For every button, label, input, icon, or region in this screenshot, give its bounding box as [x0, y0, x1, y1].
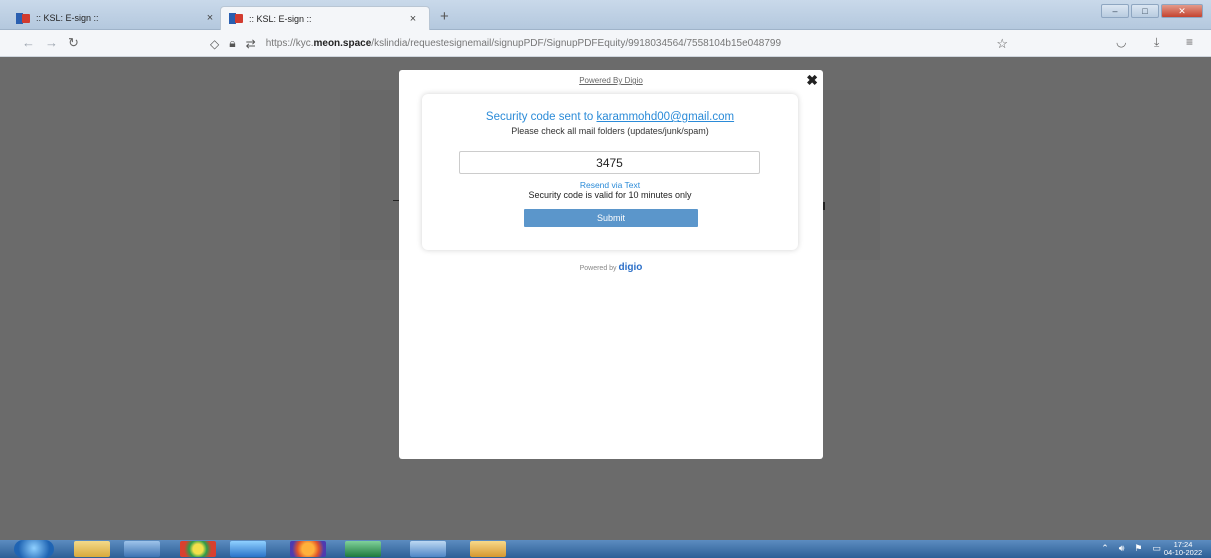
excel-icon[interactable]	[345, 541, 381, 557]
ksl-favicon-icon	[16, 12, 30, 24]
security-code-card: Security code sent to karammohd00@gmail.…	[422, 94, 798, 250]
url-text[interactable]: https://kyc.meon.space/kslindia/requeste…	[266, 38, 991, 49]
tab-label: :: KSL: E-sign ::	[36, 13, 99, 23]
menu-icon[interactable]: ≡	[1186, 35, 1193, 49]
download-icon[interactable]: ⤓	[1154, 35, 1159, 50]
back-icon[interactable]: ←	[22, 35, 35, 50]
tab-esign-2[interactable]: :: KSL: E-sign :: ×	[220, 6, 430, 30]
maximize-icon[interactable]: □	[1131, 4, 1159, 18]
shield-icon[interactable]: ◇	[210, 37, 219, 51]
url-bar[interactable]: ◇ 🔒︎ ⇄ https://kyc.meon.space/kslindia/r…	[210, 33, 1008, 54]
tab-close-icon[interactable]: ×	[202, 12, 218, 24]
submit-button[interactable]: Submit	[524, 209, 698, 227]
tray-arrow-icon[interactable]: ⌃	[1101, 543, 1109, 554]
action-center-flag-icon[interactable]: ⚑	[1134, 543, 1142, 554]
desktop-window-icon[interactable]	[124, 541, 160, 557]
modal-close-icon[interactable]: ✖	[806, 72, 818, 89]
mail-icon[interactable]	[470, 541, 506, 557]
bookmark-star-icon[interactable]: ☆	[996, 36, 1008, 52]
pocket-icon[interactable]: ◡	[1116, 35, 1126, 49]
digio-logo: digio	[618, 262, 643, 273]
start-button[interactable]	[14, 540, 54, 558]
volume-icon[interactable]: 🔊︎	[1119, 543, 1125, 554]
resend-via-text-link[interactable]: Resend via Text	[422, 180, 798, 190]
tab-bar: :: KSL: E-sign :: × :: KSL: E-sign :: × …	[0, 0, 1211, 30]
security-code-input[interactable]	[459, 151, 760, 174]
email-link[interactable]: karammohd00@gmail.com	[597, 111, 735, 123]
tab-close-icon[interactable]: ×	[405, 13, 421, 25]
file-explorer-icon[interactable]	[74, 541, 110, 557]
internet-explorer-icon[interactable]	[230, 541, 266, 557]
clock-date: 04-10-2022	[1163, 548, 1203, 557]
window-controls: – □ ✕	[1101, 4, 1203, 18]
forward-icon[interactable]: →	[45, 35, 58, 50]
system-tray: ⌃ 🔊︎ ⚑ ▭	[1101, 543, 1161, 554]
taskbar: ⌃ 🔊︎ ⚑ ▭ 17:24 04-10-2022	[0, 540, 1211, 558]
background-line	[823, 202, 825, 210]
esign-modal: Powered By Digio ✖ Security code sent to…	[399, 70, 823, 459]
navigation-bar: ← → ↻ ◇ 🔒︎ ⇄ https://kyc.meon.space/ksli…	[0, 30, 1211, 57]
chrome-icon[interactable]	[180, 541, 216, 557]
picture-viewer-icon[interactable]	[410, 541, 446, 557]
network-icon[interactable]: ▭	[1152, 543, 1161, 554]
clock[interactable]: 17:24 04-10-2022	[1163, 541, 1203, 557]
powered-by-footer: Powered by digio	[579, 262, 643, 273]
new-tab-icon[interactable]: +	[440, 8, 449, 25]
minimize-icon[interactable]: –	[1101, 4, 1129, 18]
tab-label: :: KSL: E-sign ::	[249, 13, 312, 24]
check-folders-note: Please check all mail folders (updates/j…	[511, 126, 709, 136]
validity-note: Security code is valid for 10 minutes on…	[528, 190, 692, 200]
ksl-favicon-icon	[229, 13, 243, 24]
security-code-title: Security code sent to karammohd00@gmail.…	[485, 111, 735, 123]
powered-by-digio-link[interactable]: Powered By Digio	[399, 76, 823, 85]
lock-icon[interactable]: 🔒︎	[229, 36, 235, 51]
firefox-icon[interactable]	[290, 541, 326, 557]
permissions-icon[interactable]: ⇄	[246, 37, 256, 51]
reload-icon[interactable]: ↻	[68, 35, 79, 51]
tab-esign-1[interactable]: :: KSL: E-sign :: ×	[8, 6, 226, 30]
window-close-icon[interactable]: ✕	[1161, 4, 1203, 18]
